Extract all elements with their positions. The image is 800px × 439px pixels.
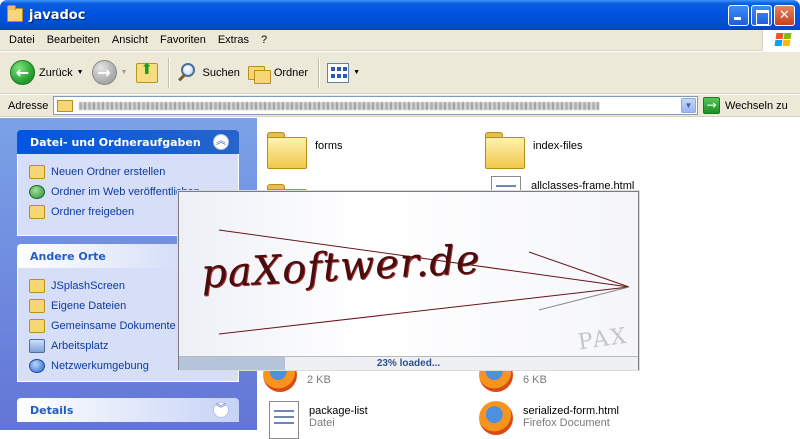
collapse-icon[interactable]: ︽ [213, 134, 229, 150]
places-panel-title: Andere Orte [30, 249, 106, 263]
title-bar: javadoc ✕ [0, 0, 800, 30]
search-label: Suchen [202, 66, 240, 79]
toolbar: ← Zurück ▼ → ▼ Suchen Ordner ▼ [0, 52, 800, 94]
menu-edit[interactable]: Bearbeiten [41, 30, 106, 50]
folders-icon [247, 64, 271, 84]
views-button[interactable]: ▼ [327, 62, 360, 83]
forward-arrow-icon: → [91, 60, 117, 85]
back-label: Zurück [39, 66, 73, 79]
go-arrow-icon: → [703, 97, 720, 114]
forward-button[interactable]: → ▼ [91, 60, 128, 85]
splash-image: paXoftwer.de PAX [179, 192, 638, 356]
folder-icon [57, 99, 73, 112]
back-arrow-icon: ← [10, 60, 35, 85]
share-folder-icon [29, 205, 45, 219]
file-item-index-files[interactable]: index-files [485, 128, 583, 169]
new-folder-icon [29, 165, 45, 179]
file-item-package-list[interactable]: package-list Datei [269, 401, 368, 439]
chevron-down-icon[interactable]: ▼ [121, 69, 128, 76]
up-button[interactable] [135, 60, 158, 83]
folder-icon [267, 132, 307, 169]
folders-button[interactable]: Ordner [247, 64, 309, 84]
windows-logo-icon [762, 30, 800, 51]
folder-icon [29, 299, 45, 313]
chevron-down-icon[interactable]: ▼ [353, 69, 360, 76]
details-panel-header[interactable]: Details ︾ [17, 398, 239, 422]
folder-icon [485, 132, 525, 169]
progress-text: 23% loaded... [376, 358, 441, 369]
progress-bar: 23% loaded... [179, 356, 638, 370]
menu-help[interactable]: ? [255, 30, 273, 50]
computer-icon [29, 339, 45, 353]
address-path-blurred [79, 101, 599, 110]
go-button[interactable]: → Wechseln zu [703, 97, 788, 114]
menu-tools[interactable]: Extras [212, 30, 255, 50]
chevron-down-icon[interactable]: ▼ [77, 69, 84, 76]
details-panel-title: Details [30, 403, 74, 417]
address-input[interactable]: ▼ [53, 96, 698, 115]
folder-icon [29, 279, 45, 293]
details-panel: Details ︾ [17, 398, 239, 422]
folder-icon [29, 319, 45, 333]
address-dropdown-button[interactable]: ▼ [681, 98, 696, 113]
menu-favorites[interactable]: Favoriten [154, 30, 212, 50]
tasks-panel-header[interactable]: Datei- und Ordneraufgaben ︽ [17, 130, 239, 154]
window-title: javadoc [29, 7, 86, 23]
toolbar-separator [318, 57, 320, 88]
maximize-button[interactable] [751, 5, 772, 26]
splash-screen: paXoftwer.de PAX 23% loaded... [178, 191, 639, 370]
close-button[interactable]: ✕ [774, 5, 795, 26]
network-icon [29, 359, 45, 373]
minimize-button[interactable] [728, 5, 749, 26]
address-label: Adresse [8, 99, 49, 112]
folders-label: Ordner [273, 66, 309, 79]
go-label: Wechseln zu [725, 99, 788, 112]
search-icon [177, 62, 199, 84]
task-new-folder[interactable]: Neuen Ordner erstellen [29, 162, 238, 182]
expand-icon[interactable]: ︾ [213, 402, 229, 418]
publish-web-icon [29, 185, 45, 199]
menu-view[interactable]: Ansicht [106, 30, 154, 50]
search-button[interactable]: Suchen [177, 62, 240, 84]
address-bar: Adresse ▼ → Wechseln zu [0, 95, 800, 117]
views-icon [327, 62, 350, 83]
menu-file[interactable]: Datei [0, 30, 41, 50]
toolbar-separator [167, 57, 169, 88]
tasks-panel-title: Datei- und Ordneraufgaben [30, 135, 201, 149]
folder-icon [7, 5, 23, 22]
file-icon [269, 401, 299, 439]
back-button[interactable]: ← Zurück ▼ [10, 60, 84, 85]
file-item-forms[interactable]: forms [267, 128, 343, 169]
menu-bar: Datei Bearbeiten Ansicht Favoriten Extra… [0, 30, 800, 51]
folder-up-icon [135, 60, 158, 83]
